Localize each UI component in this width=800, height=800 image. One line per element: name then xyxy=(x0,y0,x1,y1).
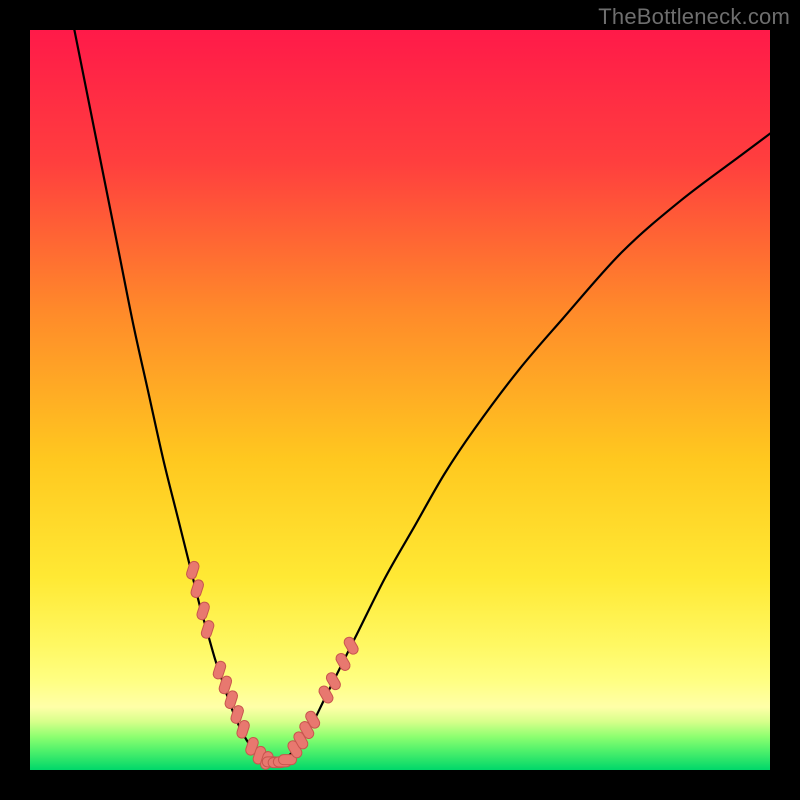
watermark-text: TheBottleneck.com xyxy=(598,4,790,30)
chart-frame: TheBottleneck.com xyxy=(0,0,800,800)
chart-svg xyxy=(0,0,800,800)
plot-background xyxy=(30,30,770,770)
